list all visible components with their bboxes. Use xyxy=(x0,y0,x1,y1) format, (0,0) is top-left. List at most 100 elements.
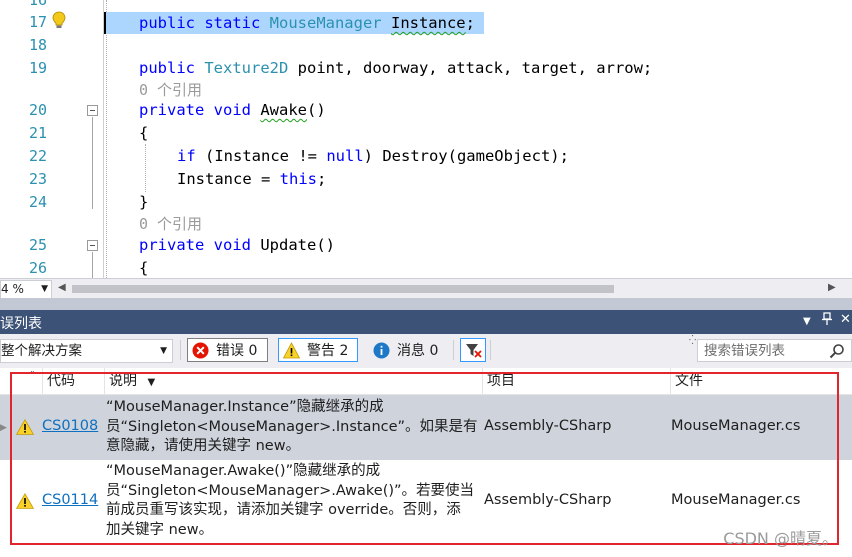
warning-icon xyxy=(16,419,34,435)
zoom-dropdown[interactable]: 4 % ▼ xyxy=(0,280,52,299)
reference-count-lens[interactable]: 0 个引用 xyxy=(139,213,202,234)
code-line-21[interactable]: { xyxy=(139,122,148,144)
warning-icon xyxy=(283,342,300,359)
sort-indicator-icon: " xyxy=(30,370,35,381)
error-project: Assembly-CSharp xyxy=(484,418,612,434)
description-line: 前成员重写该实现，请添加关键字 override。否则，添 xyxy=(106,502,461,518)
search-icon[interactable] xyxy=(829,343,845,359)
search-error-list-input[interactable]: 搜索错误列表 xyxy=(697,339,852,362)
code-line-24[interactable]: } xyxy=(139,191,148,213)
line-number: 18 xyxy=(28,36,47,54)
keyword: public xyxy=(139,59,205,77)
collapse-icon[interactable] xyxy=(87,105,98,116)
filter-build-button[interactable] xyxy=(460,338,486,362)
zoom-value: 4 % xyxy=(1,282,24,296)
scroll-left-icon[interactable]: ◀ xyxy=(58,282,66,293)
outline-line xyxy=(92,117,93,209)
outline-line xyxy=(92,252,93,278)
scope-dropdown[interactable]: 整个解决方案 ▼ xyxy=(0,339,173,363)
code-line-20[interactable]: private void Awake() xyxy=(139,99,326,121)
column-header-description[interactable]: 说明 ▼ xyxy=(104,368,482,394)
outline-bar xyxy=(103,0,104,278)
line-number: 23 xyxy=(28,170,47,188)
code-line-19[interactable]: public Texture2D point, doorway, attack,… xyxy=(139,57,652,79)
watermark: CSDN @晴夏。 xyxy=(723,529,838,548)
keyword: null xyxy=(326,147,364,165)
warnings-filter-button[interactable]: 警告 2 xyxy=(278,338,358,362)
window-position-icon[interactable]: ▼ xyxy=(803,316,811,327)
error-code-link[interactable]: CS0114 xyxy=(42,492,98,508)
punctuation: () xyxy=(307,101,326,119)
splitter[interactable] xyxy=(0,298,852,310)
code-line-26[interactable]: { xyxy=(139,257,148,278)
column-header-description-label: 说明 xyxy=(109,373,137,389)
code-text: ) Destroy(gameObject); xyxy=(363,147,569,165)
close-icon[interactable]: ✕ xyxy=(840,312,851,327)
toolbar-separator xyxy=(180,340,181,360)
keyword: if xyxy=(177,147,196,165)
error-list-toolbar: 整个解决方案 ▼ 错误 0 警告 2 消息 0 ⁛ 搜索错误列表 xyxy=(0,334,852,368)
indent-guide xyxy=(106,0,107,278)
error-description: “MouseManager.Awake()”隐藏继承的成 员“Singleton… xyxy=(106,462,482,540)
keyword: public static xyxy=(139,14,270,32)
reference-count-lens[interactable]: 0 个引用 xyxy=(139,79,202,100)
error-code-link[interactable]: CS0108 xyxy=(42,418,98,434)
column-header-code[interactable]: 代码 xyxy=(42,368,104,394)
horizontal-scrollbar-thumb[interactable] xyxy=(72,285,614,293)
keyword: this xyxy=(279,170,317,188)
description-line: 员“Singleton<MouseManager>.Instance”。如果是有 xyxy=(106,418,478,435)
method-name: Awake xyxy=(260,101,307,119)
chevron-down-icon: ▼ xyxy=(160,346,167,356)
toolbar-separator xyxy=(453,340,454,360)
punctuation: ; xyxy=(465,14,475,32)
type-name: Texture2D xyxy=(204,59,289,77)
error-file: MouseManager.cs xyxy=(671,418,801,434)
messages-filter-button[interactable]: 消息 0 xyxy=(368,338,450,362)
line-number-gutter: 16 17 18 19 20 21 22 23 24 25 26 xyxy=(0,0,82,278)
description-line: 员“Singleton<MouseManager>.Awake()”。若要使当 xyxy=(106,482,475,499)
error-description: “MouseManager.Instance”隐藏继承的成 员“Singleto… xyxy=(106,398,482,457)
search-placeholder: 搜索错误列表 xyxy=(704,343,785,359)
column-header-project[interactable]: 项目 xyxy=(482,368,670,394)
scope-value: 整个解决方案 xyxy=(1,343,82,359)
line-number: 25 xyxy=(28,236,47,254)
pin-icon[interactable] xyxy=(821,312,833,330)
table-row[interactable]: ▶ CS0108 “MouseManager.Instance”隐藏继承的成 员… xyxy=(0,395,852,460)
column-header-file[interactable]: 文件 xyxy=(670,368,852,394)
punctuation: ; xyxy=(316,170,327,188)
filter-icon xyxy=(466,344,482,358)
keyword: private void xyxy=(139,101,261,119)
code-text: (Instance != xyxy=(195,147,327,165)
description-line: “MouseManager.Awake()”隐藏继承的成 xyxy=(106,463,381,479)
indent-guide xyxy=(145,144,146,192)
warning-icon xyxy=(16,493,34,509)
toolbar-separator xyxy=(490,340,491,360)
editor-status-strip: 4 % ▼ ◀ ▶ xyxy=(0,278,852,299)
code-line-22[interactable]: if (Instance != null) Destroy(gameObject… xyxy=(177,145,569,167)
errors-filter-label: 错误 0 xyxy=(216,343,258,359)
field-name: Instance xyxy=(390,14,466,32)
code-text: point, doorway, attack, target, arrow; xyxy=(288,59,653,77)
lightbulb-icon[interactable] xyxy=(52,11,66,29)
warnings-filter-label: 警告 2 xyxy=(307,343,349,359)
description-line: 加关键字 new。 xyxy=(106,521,214,538)
info-icon xyxy=(373,342,390,359)
scroll-right-icon[interactable]: ▶ xyxy=(828,282,836,293)
line-number: 22 xyxy=(28,147,47,165)
search-options-icon[interactable]: ⁛ xyxy=(689,336,696,346)
messages-filter-label: 消息 0 xyxy=(397,343,439,359)
text-caret xyxy=(104,12,106,34)
code-line-25[interactable]: private void Update() xyxy=(139,234,335,256)
punctuation: () xyxy=(316,236,335,254)
method-name: Update xyxy=(260,236,317,254)
code-editor[interactable]: 16 17 18 19 20 21 22 23 24 25 26 public … xyxy=(0,0,852,278)
code-line-17[interactable]: public static MouseManager Instance; xyxy=(139,12,475,34)
type-name: MouseManager xyxy=(269,14,382,32)
errors-filter-button[interactable]: 错误 0 xyxy=(187,338,268,362)
line-number: 20 xyxy=(28,101,47,119)
line-number: 21 xyxy=(28,124,47,142)
collapse-icon[interactable] xyxy=(87,240,98,251)
code-line-23[interactable]: Instance = this; xyxy=(177,168,326,190)
line-number: 17 xyxy=(28,13,47,31)
